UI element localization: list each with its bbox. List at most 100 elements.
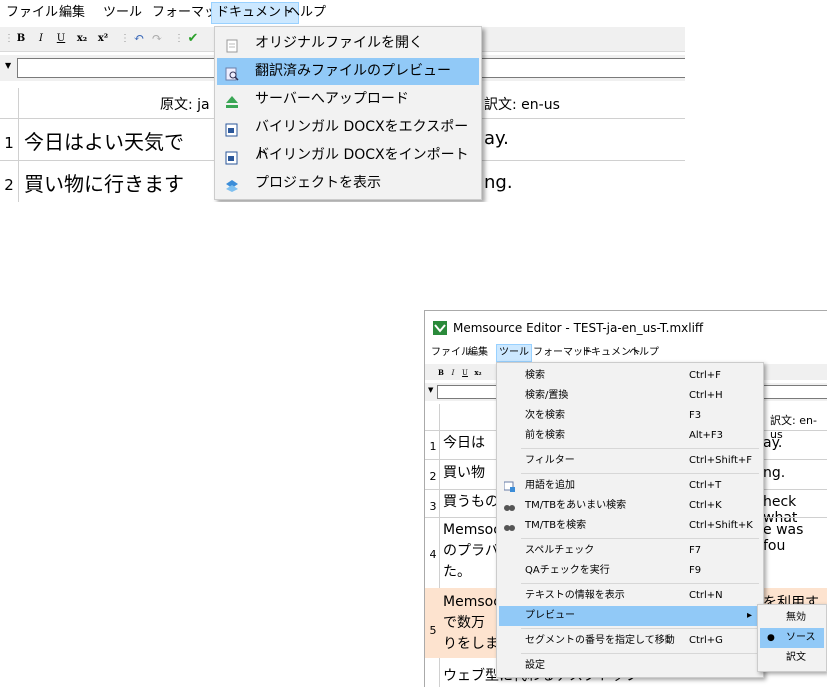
dropdown-arrow-icon[interactable]: ▼ — [428, 386, 433, 394]
submenu-item-disabled[interactable]: 無効 — [760, 608, 824, 628]
source-segment[interactable]: 買うもの — [443, 492, 499, 513]
menu-item-search-replace[interactable]: 検索/置換 Ctrl+H — [499, 386, 761, 406]
window-title: Memsource Editor - TEST-ja-en_us-T.mxlif… — [453, 321, 704, 335]
menu-item-text-info[interactable]: テキストの情報を表示 Ctrl+N — [499, 586, 761, 606]
italic-button[interactable]: I — [449, 365, 457, 381]
title-bar: Memsource Editor - TEST-ja-en_us-T.mxlif… — [425, 311, 827, 343]
menu-item-import-docx[interactable]: バイリンガル DOCXをインポート — [217, 142, 479, 169]
submenu-arrow-icon: ▸ — [747, 610, 753, 621]
menu-separator — [521, 628, 759, 629]
toolbar-grip: ⋮ — [4, 33, 14, 44]
tools-menu-dropdown: 検索 Ctrl+F 検索/置換 Ctrl+H 次を検索 F3 前を検索 Alt+F3 フ… — [496, 362, 764, 678]
submenu-item-label: 訳文 — [786, 652, 806, 663]
source-segment-line[interactable]: た。 — [443, 562, 471, 583]
menu-item-label: バイリンガル DOCXをインポート — [255, 147, 469, 163]
menu-item-shortcut: Ctrl+N — [689, 590, 723, 601]
confirm-check-icon[interactable]: ✔ — [186, 31, 200, 47]
menu-separator — [521, 473, 759, 474]
menu-item-upload-server[interactable]: サーバーへアップロード — [217, 86, 479, 113]
menu-help[interactable]: ヘルプ — [627, 345, 661, 361]
target-segment[interactable]: ay. — [763, 435, 782, 451]
target-segment[interactable]: ng. — [484, 172, 513, 193]
menu-item-preview-translated[interactable]: 翻訳済みファイルのプレビュー — [217, 58, 479, 85]
menu-item-preview[interactable]: プレビュー ▸ — [499, 606, 761, 626]
source-segment[interactable]: 今日はよい天気で — [24, 126, 184, 155]
submenu-item-label: ソース — [786, 632, 816, 643]
menu-item-qa-check[interactable]: QAチェックを実行 F9 — [499, 561, 761, 581]
source-segment[interactable]: 買い物に行きます — [24, 168, 184, 197]
menu-item-search[interactable]: 検索 Ctrl+F — [499, 366, 761, 386]
source-segment-line[interactable]: Memsoc — [443, 592, 501, 613]
menu-edit[interactable]: 編集 — [55, 3, 89, 23]
source-segment[interactable]: 買い物 — [443, 463, 485, 484]
target-segment[interactable]: e was fou — [763, 522, 827, 554]
menu-item-spellcheck[interactable]: スペルチェック F7 — [499, 541, 761, 561]
menu-item-show-project[interactable]: プロジェクトを表示 — [217, 170, 479, 197]
menu-help[interactable]: ヘルプ — [283, 3, 330, 23]
preview-submenu: 無効 ● ソース 訳文 — [757, 604, 827, 672]
menu-item-label: TM/TBを検索 — [525, 520, 587, 531]
menu-item-find-next[interactable]: 次を検索 F3 — [499, 406, 761, 426]
menu-item-label: フィルター — [525, 455, 575, 466]
row-number: 5 — [429, 624, 437, 637]
subscript-button[interactable]: x₂ — [74, 31, 90, 47]
submenu-item-target[interactable]: 訳文 — [760, 648, 824, 668]
menu-item-open-original[interactable]: オリジナルファイルを開く — [217, 30, 479, 57]
memsource-logo-icon — [433, 321, 447, 335]
menu-tools[interactable]: ツール — [496, 344, 532, 362]
redo-icon[interactable]: ↷ — [150, 31, 164, 47]
source-segment-line[interactable]: で数万 — [443, 613, 485, 634]
menu-item-shortcut: F7 — [689, 545, 702, 556]
target-segment[interactable]: ng. — [763, 465, 785, 481]
menu-item-export-docx[interactable]: バイリンガル DOCXをエクスポート — [217, 114, 479, 162]
menu-item-find-previous[interactable]: 前を検索 Alt+F3 — [499, 426, 761, 446]
dropdown-arrow-icon[interactable]: ▼ — [5, 61, 11, 70]
submenu-item-source[interactable]: ● ソース — [760, 628, 824, 648]
menu-item-label: スペルチェック — [525, 545, 595, 556]
menu-item-tm-search[interactable]: TM/TBを検索 Ctrl+Shift+K — [499, 516, 761, 536]
superscript-button[interactable]: x² — [95, 31, 111, 47]
menu-item-shortcut: Ctrl+Shift+F — [689, 455, 753, 466]
menu-item-fuzzy-search[interactable]: TM/TBをあいまい検索 Ctrl+K — [499, 496, 761, 516]
menu-item-add-term[interactable]: 用語を追加 Ctrl+T — [499, 476, 761, 496]
bold-button[interactable]: B — [14, 31, 28, 47]
source-column-header: 原文: ja — [160, 97, 210, 113]
menu-file[interactable]: ファイル — [2, 3, 62, 23]
submenu-item-label: 無効 — [786, 612, 806, 623]
menu-item-label: 翻訳済みファイルのプレビュー — [255, 63, 451, 79]
menu-separator — [521, 653, 759, 654]
row-number: 1 — [4, 134, 14, 152]
row-number: 1 — [429, 440, 437, 453]
source-segment[interactable]: 今日は — [443, 433, 485, 454]
source-segment-line[interactable]: Memsoc — [443, 520, 501, 541]
menu-item-shortcut: Ctrl+T — [689, 480, 722, 491]
menu-item-shortcut: Alt+F3 — [689, 430, 724, 441]
menu-item-label: 検索 — [525, 370, 545, 381]
menu-item-label: QAチェックを実行 — [525, 565, 610, 576]
radio-selected-icon: ● — [767, 633, 775, 643]
menu-separator — [521, 448, 759, 449]
menu-tools[interactable]: ツール — [99, 3, 146, 23]
preview-icon — [225, 64, 239, 81]
underline-button[interactable]: U — [461, 365, 469, 381]
source-segment-line[interactable]: のプラバ — [443, 541, 499, 562]
subscript-button[interactable]: x₂ — [473, 365, 483, 381]
menu-item-shortcut: F3 — [689, 410, 702, 421]
document-icon — [225, 36, 239, 53]
italic-button[interactable]: I — [34, 31, 48, 47]
undo-icon[interactable]: ↶ — [132, 31, 146, 47]
zoomed-editor-view: ファイル 編集 ツール フォーマット ドキュメント ヘルプ ⋮ B I U x₂… — [0, 0, 685, 202]
menu-item-goto-segment[interactable]: セグメントの番号を指定して移動 Ctrl+G — [499, 631, 761, 651]
menu-item-filter[interactable]: フィルター Ctrl+Shift+F — [499, 451, 761, 471]
menu-edit[interactable]: 編集 — [466, 345, 490, 361]
menu-item-label: 検索/置換 — [525, 390, 569, 401]
target-segment[interactable]: ay. — [484, 128, 509, 149]
menu-item-label: テキストの情報を表示 — [525, 590, 625, 601]
bold-button[interactable]: B — [437, 365, 445, 381]
menu-item-settings[interactable]: 設定 — [499, 656, 761, 676]
row-number: 2 — [429, 470, 437, 483]
menu-item-label: プロジェクトを表示 — [255, 175, 381, 191]
underline-button[interactable]: U — [54, 31, 68, 47]
source-segment-line[interactable]: りをしま — [443, 634, 499, 655]
row-number: 2 — [4, 176, 14, 194]
